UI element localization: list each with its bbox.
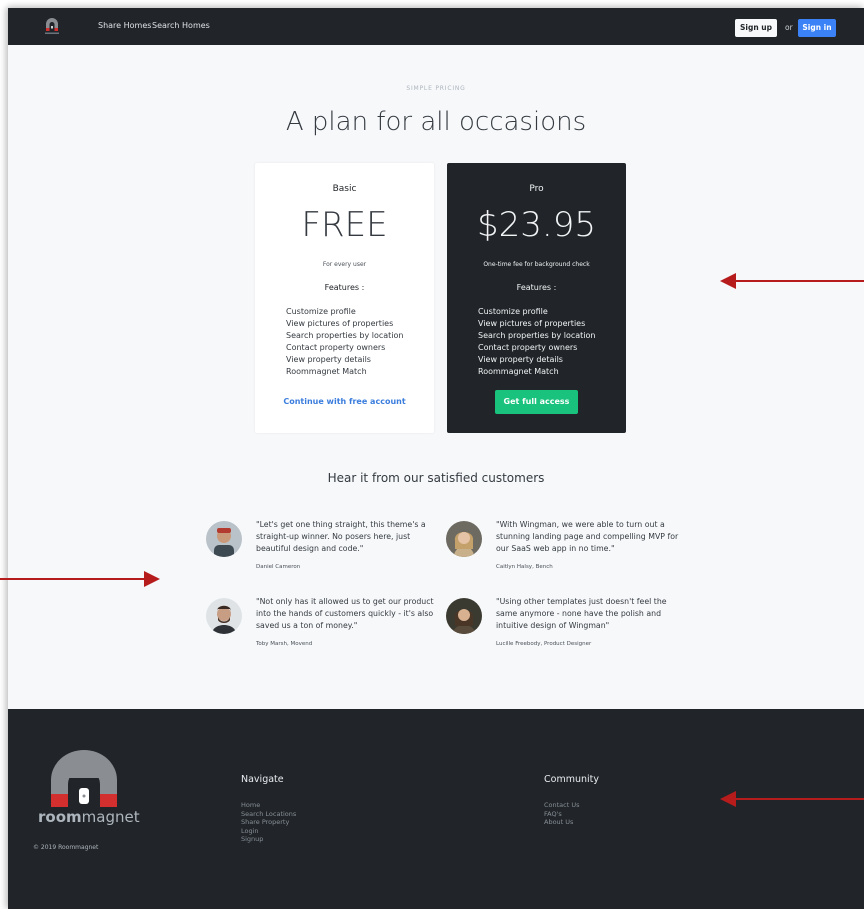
sign-in-button[interactable]: Sign in (798, 19, 836, 37)
plan-name: Basic (332, 184, 357, 194)
footer-heading-community: Community (544, 774, 599, 785)
avatar (206, 598, 242, 634)
footer-link-share-property[interactable]: Share Property (241, 818, 296, 827)
plan-name: Pro (529, 184, 544, 194)
feature-item: Search properties by location (286, 331, 404, 340)
annotation-arrow-right-icon (0, 571, 160, 587)
features-heading: Features : (324, 283, 365, 292)
testimonial-quote: "With Wingman, we were able to turn out … (496, 520, 679, 553)
footer-community-links: Contact Us FAQ's About Us (544, 801, 580, 827)
navbar: Share Homes Search Homes Sign up or Sign… (8, 8, 864, 45)
sign-up-button[interactable]: Sign up (735, 19, 777, 37)
or-text: or (785, 23, 793, 32)
footer-link-about-us[interactable]: About Us (544, 818, 580, 827)
pricing-card-pro: Pro $23.95 One-time fee for background c… (447, 163, 626, 433)
copyright-text: © 2019 Roommagnet (33, 844, 99, 851)
footer-brand: roommagnet (38, 808, 140, 826)
footer-link-login[interactable]: Login (241, 827, 296, 836)
plan-price: FREE (301, 205, 388, 245)
testimonial-author: Lucille Freebody, Product Designer (496, 641, 592, 647)
testimonial-author: Toby Marsh, Movend (256, 641, 313, 647)
annotation-arrow-left-icon (720, 791, 864, 807)
testimonial-quote: "Not only has it allowed us to get our p… (256, 597, 434, 630)
feature-item: Roommagnet Match (286, 367, 367, 376)
testimonial-quote: "Using other templates just doesn't feel… (496, 597, 667, 630)
feature-item: View property details (478, 355, 563, 364)
roommagnet-logo-icon[interactable] (44, 16, 60, 36)
pricing-eyebrow: SIMPLE PRICING (406, 85, 466, 92)
plan-note: One-time fee for background check (483, 261, 590, 268)
pricing-card-basic: Basic FREE For every user Features : Cus… (255, 163, 434, 433)
testimonials-title: Hear it from our satisfied customers (327, 471, 545, 485)
features-list: Customize profile View pictures of prope… (286, 306, 404, 378)
footer-link-search-locations[interactable]: Search Locations (241, 810, 296, 819)
footer-heading-navigate: Navigate (241, 774, 284, 785)
features-list: Customize profile View pictures of prope… (478, 306, 596, 378)
testimonial-quote: "Let's get one thing straight, this them… (256, 520, 426, 553)
feature-item: Search properties by location (478, 331, 596, 340)
nav-link-share-homes[interactable]: Share Homes (98, 21, 151, 30)
feature-item: Contact property owners (286, 343, 386, 352)
footer-link-home[interactable]: Home (241, 801, 296, 810)
feature-item: View pictures of properties (478, 319, 586, 328)
testimonial-author: Caitlyn Halsy, Bench (496, 564, 553, 570)
roommagnet-logo-icon (51, 750, 117, 807)
continue-free-account-link[interactable]: Continue with free account (255, 397, 434, 406)
plan-price: $23.95 (477, 205, 596, 245)
brand-light: magnet (81, 808, 140, 826)
avatar (206, 521, 242, 557)
annotation-arrow-left-icon (720, 273, 864, 289)
get-full-access-button[interactable]: Get full access (495, 390, 578, 414)
testimonial-author: Daniel Cameron (256, 564, 301, 570)
footer-link-contact-us[interactable]: Contact Us (544, 801, 580, 810)
feature-item: Roommagnet Match (478, 367, 559, 376)
avatar (446, 521, 482, 557)
feature-item: Customize profile (286, 307, 356, 316)
avatar (446, 598, 482, 634)
nav-link-search-homes[interactable]: Search Homes (152, 21, 210, 30)
feature-item: View pictures of properties (286, 319, 394, 328)
brand-bold: room (38, 808, 82, 826)
page-title: A plan for all occasions (285, 107, 587, 137)
feature-item: View property details (286, 355, 371, 364)
browser-viewport: Share Homes Search Homes Sign up or Sign… (8, 8, 864, 909)
footer-nav-links: Home Search Locations Share Property Log… (241, 801, 296, 844)
footer-link-faqs[interactable]: FAQ's (544, 810, 580, 819)
plan-note: For every user (322, 261, 367, 268)
feature-item: Customize profile (478, 307, 548, 316)
footer-link-signup[interactable]: Signup (241, 835, 296, 844)
features-heading: Features : (516, 283, 557, 292)
feature-item: Contact property owners (478, 343, 578, 352)
